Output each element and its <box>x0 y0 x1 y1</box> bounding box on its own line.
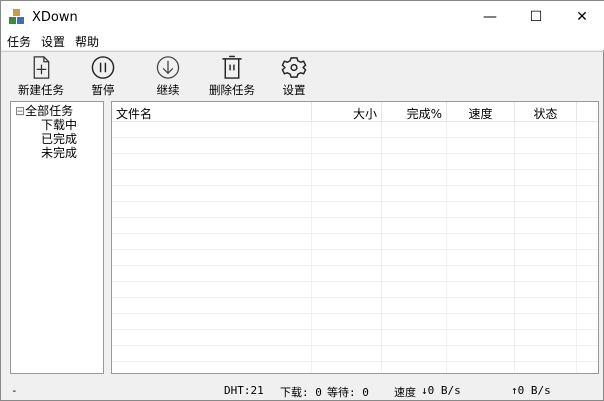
collapse-icon[interactable]: ⊟ <box>15 104 25 118</box>
resume-button[interactable]: 继续 <box>135 52 201 98</box>
menu-settings[interactable]: 设置 <box>41 33 65 50</box>
pause-button[interactable]: 暂停 <box>71 52 135 98</box>
minimize-button[interactable]: — <box>467 1 513 33</box>
download-speed: ↓0 B/s <box>421 384 461 397</box>
gear-icon <box>281 57 307 78</box>
speed-label: 速度 <box>394 386 416 399</box>
task-list[interactable]: 文件名 大小 完成% 速度 状态 <box>111 101 599 374</box>
toolbar: 新建任务 暂停 继续 删除任务 设置 <box>1 51 604 98</box>
column-status[interactable]: 状态 <box>515 102 577 121</box>
tree-item-downloading[interactable]: 下载中 <box>15 118 99 132</box>
column-filename[interactable]: 文件名 <box>112 102 312 121</box>
downloading-count: 下载: 0 <box>280 386 322 399</box>
upload-speed: ↑0 B/s <box>511 384 551 397</box>
new-file-icon <box>33 56 50 79</box>
close-button[interactable]: ✕ <box>559 1 604 33</box>
tree-item-completed[interactable]: 已完成 <box>15 132 99 146</box>
window-title: XDown <box>32 9 78 25</box>
status-bar: - DHT:21 下载: 0 等待: 0 速度 ↓0 B/s ↑0 B/s <box>1 379 604 401</box>
column-speed[interactable]: 速度 <box>447 102 515 121</box>
menu-help[interactable]: 帮助 <box>75 33 99 50</box>
settings-label: 设置 <box>282 83 306 97</box>
list-header: 文件名 大小 完成% 速度 状态 <box>112 102 598 122</box>
settings-button[interactable]: 设置 <box>263 52 325 98</box>
tree-item-incomplete[interactable]: 未完成 <box>15 146 99 160</box>
tree-item-all[interactable]: ⊟全部任务 <box>15 104 99 118</box>
maximize-button[interactable]: ☐ <box>513 1 559 33</box>
new-task-button[interactable]: 新建任务 <box>11 52 71 98</box>
menu-task[interactable]: 任务 <box>7 33 31 50</box>
resume-label: 继续 <box>156 83 180 97</box>
dht-count: DHT:21 <box>224 384 264 397</box>
delete-task-label: 删除任务 <box>209 83 255 97</box>
delete-task-button[interactable]: 删除任务 <box>201 52 263 98</box>
waiting-count: 等待: 0 <box>327 386 369 399</box>
status-left: - <box>11 384 18 397</box>
pause-icon <box>91 56 115 79</box>
app-icon <box>9 9 25 25</box>
column-size[interactable]: 大小 <box>312 102 382 121</box>
download-icon <box>156 56 180 79</box>
pause-label: 暂停 <box>91 83 115 97</box>
column-progress[interactable]: 完成% <box>382 102 447 121</box>
task-tree: ⊟全部任务 下载中 已完成 未完成 <box>10 101 104 374</box>
trash-icon <box>222 55 242 79</box>
list-rows <box>112 122 598 373</box>
title-bar: XDown — ☐ ✕ <box>1 1 604 33</box>
new-task-label: 新建任务 <box>18 83 64 97</box>
menu-bar: 任务 设置 帮助 <box>1 33 604 50</box>
